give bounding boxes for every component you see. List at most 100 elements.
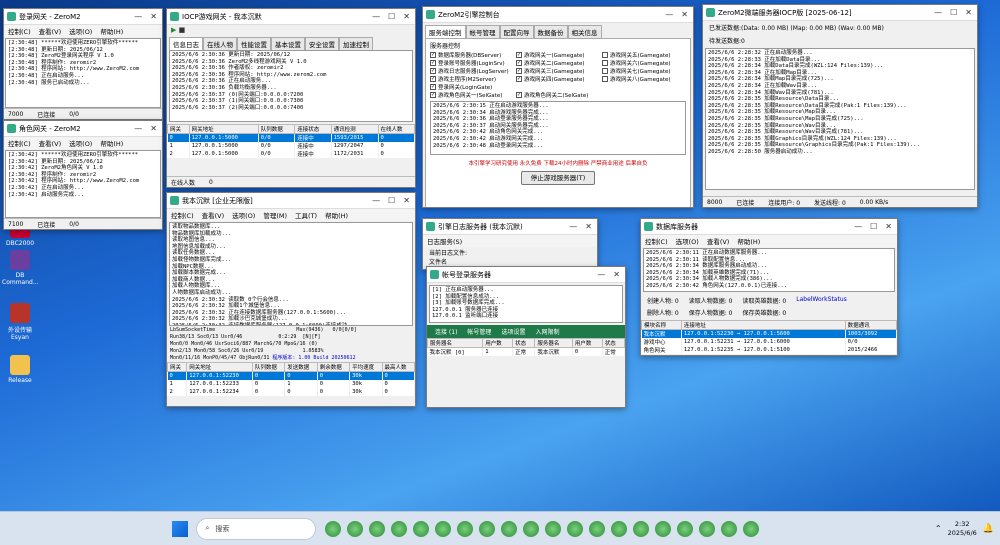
title-bar[interactable]: 引擎日志服务器 (我本沉默) — ✕ xyxy=(423,219,597,235)
minimize-icon[interactable]: — xyxy=(665,10,673,19)
menu-control[interactable]: 控制(C) xyxy=(8,138,31,148)
taskbar-app-icon[interactable] xyxy=(721,520,738,537)
menu-options[interactable]: 选项(O) xyxy=(69,26,92,36)
taskbar-app-icon[interactable] xyxy=(347,520,364,537)
table-row[interactable]: 我本沉默 [0] 1 正常 我本沉默 0 正常 xyxy=(427,347,625,356)
title-bar[interactable]: ZeroM2引擎控制台 — ✕ xyxy=(423,7,693,23)
maximize-icon[interactable]: ☐ xyxy=(388,12,395,21)
taskbar-app-icon[interactable] xyxy=(435,520,452,537)
close-icon[interactable]: ✕ xyxy=(150,124,157,133)
log-server-window[interactable]: 引擎日志服务器 (我本沉默) — ✕ 日志服务(S) 当前日志文件: 文件名 xyxy=(422,218,598,270)
taskbar-app-icon[interactable] xyxy=(457,520,474,537)
table-row[interactable]: 1 127.0.0.1:52233 0 1 0 30k 0 xyxy=(167,379,415,388)
server-checkbox[interactable]: ✓ 数据库服务器(DBServer) xyxy=(430,51,510,59)
tab-security[interactable]: 安全设置 xyxy=(305,37,339,50)
maximize-icon[interactable]: ☐ xyxy=(870,222,877,231)
tab-performance[interactable]: 性能设置 xyxy=(237,37,271,50)
menu-help[interactable]: 帮助(H) xyxy=(100,26,123,36)
tab-speed[interactable]: 加速控制 xyxy=(339,37,373,50)
desktop-icon-dbcommand[interactable]: DB Command... xyxy=(2,250,39,286)
title-bar[interactable]: IOCP游戏网关 - 我本沉默 — ☐ ✕ xyxy=(167,9,415,25)
server-checkbox[interactable]: ✓ 游戏网关三(Gamegate) xyxy=(516,67,596,75)
login-gate-window[interactable]: 登录网关 - ZeroM2— ✕ 控制(C) 查看(V) 选项(O) 帮助(H) [2:… xyxy=(3,8,163,120)
role-gate-window[interactable]: 角色网关 - ZeroM2— ✕ 控制(C) 查看(V) 选项(O) 帮助(H) [2:… xyxy=(3,120,163,230)
tab-info-log[interactable]: 信息日志 xyxy=(169,37,203,50)
taskbar-app-icon[interactable] xyxy=(325,520,342,537)
taskbar-app-icon[interactable] xyxy=(501,520,518,537)
play-icon[interactable]: ▶ xyxy=(171,26,176,34)
close-icon[interactable]: ✕ xyxy=(585,222,592,231)
minimize-icon[interactable]: — xyxy=(134,124,142,133)
clock[interactable]: 2:32 2025/6/6 xyxy=(948,520,977,538)
taskbar-app-icon[interactable] xyxy=(611,520,628,537)
tab-accounts[interactable]: 帐号管理 xyxy=(465,25,500,38)
taskbar-app-icon[interactable] xyxy=(589,520,606,537)
menu-view[interactable]: 查看(V) xyxy=(39,26,62,36)
close-icon[interactable]: ✕ xyxy=(885,222,892,231)
server-checkbox[interactable]: ✓ 游戏网关四(Gamegate) xyxy=(516,75,596,83)
title-bar[interactable]: 登录网关 - ZeroM2— ✕ xyxy=(4,9,162,25)
taskbar-app-icon[interactable] xyxy=(633,520,650,537)
taskbar-app-icon[interactable] xyxy=(391,520,408,537)
notification-bell-icon[interactable]: 🔔 xyxy=(983,524,994,534)
server-checkbox[interactable]: ✓ 游戏网关二(Gamegate) xyxy=(516,59,596,67)
table-row[interactable]: 2 127.0.0.1:52234 0 0 0 30k 0 xyxy=(167,387,415,396)
tab-info[interactable]: 相关信息 xyxy=(567,25,602,38)
title-bar[interactable]: 角色网关 - ZeroM2— ✕ xyxy=(4,121,162,137)
server-checkbox[interactable]: ✓ 游戏角色网关二(SelGate) xyxy=(516,91,596,99)
table-row[interactable]: 0 127.0.0.1:52230 0 0 0 30k 0 xyxy=(167,371,415,380)
close-icon[interactable]: ✕ xyxy=(965,8,972,17)
taskbar-app-icon[interactable] xyxy=(655,520,672,537)
desktop-icon-transfer[interactable]: 外设传输 Esyan xyxy=(2,303,38,341)
tray-chevron-icon[interactable]: ⌃ xyxy=(935,524,942,533)
taskbar-app-icon[interactable] xyxy=(523,520,540,537)
server-checkbox[interactable]: ✓ 登录账号服务器(LoginSrv) xyxy=(430,59,510,67)
server-checkbox[interactable]: ✓ 游戏角色网关一(SelGate) xyxy=(430,91,510,99)
account-server-window[interactable]: 帐号登录服务器 — ✕ [1] 正在启动服务器... [2] 加载配置信息成功...… xyxy=(426,266,626,408)
title-bar[interactable]: 数据库服务器 — ☐ ✕ xyxy=(641,219,897,235)
close-icon[interactable]: ✕ xyxy=(403,196,410,205)
tab-online[interactable]: 在线人物 xyxy=(203,37,237,50)
micro-server-window[interactable]: ZeroM2微端服务器IOCP版 [2025-06-12] — ☐ ✕ 已发送数据:(… xyxy=(702,4,978,208)
minimize-icon[interactable]: — xyxy=(134,12,142,21)
server-checkbox[interactable]: 游戏网关五(Gamegate) xyxy=(602,51,682,59)
tab-server-control[interactable]: 服务端控制 xyxy=(425,25,466,38)
iocp-gate-window[interactable]: IOCP游戏网关 - 我本沉默 — ☐ ✕ ▶ ■ 信息日志 在线人物 性能设置 基本设置安… xyxy=(166,8,416,188)
game-server-window[interactable]: 我本沉默 [企业无限版] — ☐ ✕ 控制(C) 查看(V) 选项(O) 管理(M) 工具(T… xyxy=(166,192,416,407)
close-icon[interactable]: ✕ xyxy=(613,270,620,279)
taskbar-app-icon[interactable] xyxy=(413,520,430,537)
taskbar-app-icon[interactable] xyxy=(479,520,496,537)
table-row[interactable]: 1 127.0.0.1:5000 0/0 连接中 1297/2047 0 xyxy=(167,142,415,150)
taskbar-app-icon[interactable] xyxy=(699,520,716,537)
table-row[interactable]: 角色网关 127.0.0.1:52235 → 127.0.0.1:5100 2015… xyxy=(641,346,897,354)
minimize-icon[interactable]: — xyxy=(372,196,380,205)
taskbar-app-icon[interactable] xyxy=(743,520,760,537)
database-server-window[interactable]: 数据库服务器 — ☐ ✕ 控制(C) 选项(O) 查看(V) 帮助(H) 2025/6/6 … xyxy=(640,218,898,356)
server-checkbox[interactable]: ✓ 游戏网关一(Gamegate) xyxy=(516,51,596,59)
menu-view[interactable]: 查看(V) xyxy=(39,138,62,148)
minimize-icon[interactable]: — xyxy=(597,270,605,279)
title-bar[interactable]: 帐号登录服务器 — ✕ xyxy=(427,267,625,283)
maximize-icon[interactable]: ☐ xyxy=(950,8,957,17)
taskbar-app-icon[interactable] xyxy=(677,520,694,537)
table-row[interactable]: 我本沉默 127.0.0.1:52230 → 127.0.0.1:5600 1003… xyxy=(641,329,897,338)
table-row[interactable]: 游戏中心 127.0.0.1:52231 → 127.0.0.1:6000 0/0 xyxy=(641,338,897,346)
minimize-icon[interactable]: — xyxy=(372,12,380,21)
tab-wizard[interactable]: 配置向导 xyxy=(499,25,534,38)
server-checkbox[interactable]: 游戏网关七(Gamegate) xyxy=(602,67,682,75)
tab-restrictions[interactable]: 入网限制 xyxy=(531,327,563,336)
close-icon[interactable]: ✕ xyxy=(403,12,410,21)
menu-control[interactable]: 控制(C) xyxy=(8,26,31,36)
menu-options[interactable]: 选项(O) xyxy=(69,138,92,148)
server-checkbox[interactable]: 游戏网关六(Gamegate) xyxy=(602,59,682,67)
taskbar-app-icon[interactable] xyxy=(567,520,584,537)
tab-options[interactable]: 选项设置 xyxy=(497,327,529,336)
search-box[interactable]: ⌕ 搜索 xyxy=(196,517,317,540)
tab-backup[interactable]: 数据备份 xyxy=(533,25,568,38)
minimize-icon[interactable]: — xyxy=(854,222,862,231)
title-bar[interactable]: ZeroM2微端服务器IOCP版 [2025-06-12] — ☐ ✕ xyxy=(703,5,977,21)
server-checkbox[interactable]: 游戏网关八(Gamegate) xyxy=(602,75,682,83)
minimize-icon[interactable]: — xyxy=(934,8,942,17)
close-icon[interactable]: ✕ xyxy=(150,12,157,21)
server-checkbox[interactable]: ✓ 登录网关(LoginGate) xyxy=(430,83,510,91)
